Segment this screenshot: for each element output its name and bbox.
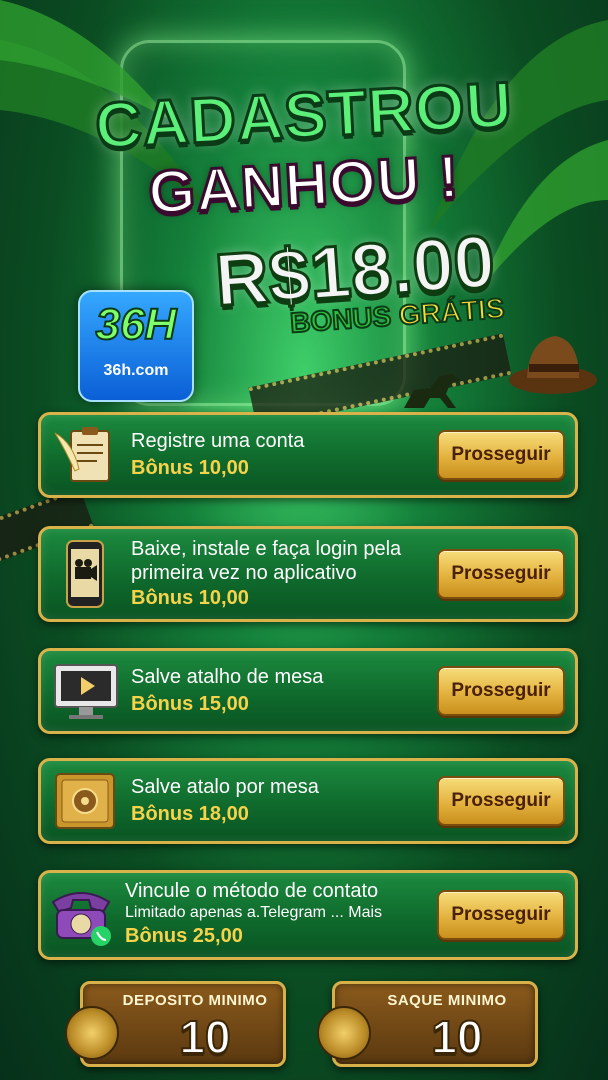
withdraw-minimum-value: 10 xyxy=(430,1010,483,1064)
monitor-film-icon xyxy=(51,657,119,725)
prosseguir-button-register[interactable]: Prosseguir xyxy=(437,430,565,480)
task-bonus: Bônus 10,00 xyxy=(131,587,249,609)
brand-logo: 36H 36h.com xyxy=(78,290,194,402)
deposit-minimum-value: 10 xyxy=(178,1010,231,1064)
telephone-icon xyxy=(45,881,113,949)
task-title: Baixe, instale e faça login pela primeir… xyxy=(131,538,402,584)
task-card-register: Registre uma conta Bônus 10,00 Prossegui… xyxy=(38,412,578,498)
withdraw-minimum-label: SAQUE MINIMO xyxy=(387,992,507,1009)
task-card-save-shortcut: Salve atalo por mesa Bônus 18,00 Prosseg… xyxy=(38,758,578,844)
task-title: Vincule o método de contato xyxy=(125,880,379,902)
prosseguir-button-save-shortcut[interactable]: Prosseguir xyxy=(437,776,565,826)
task-title: Registre uma conta xyxy=(131,430,305,452)
task-bonus: Bônus 18,00 xyxy=(131,803,249,825)
safe-icon xyxy=(51,767,119,835)
task-card-install-app: Baixe, instale e faça login pela primeir… xyxy=(38,526,578,622)
film-reel-icon xyxy=(317,1006,371,1060)
task-card-contact-method: Vincule o método de contato Limitado ape… xyxy=(38,870,578,960)
deposit-minimum-label: DEPOSITO MINIMO xyxy=(122,992,268,1009)
clipboard-quill-icon xyxy=(51,421,119,489)
task-title: Salve atalho de mesa xyxy=(131,666,324,688)
deposit-minimum-plaque: DEPOSITO MINIMO 10 xyxy=(65,981,286,1067)
logo-mark: 36H xyxy=(95,299,178,350)
dinosaur-icon xyxy=(404,374,460,408)
withdraw-minimum-plaque: SAQUE MINIMO 10 xyxy=(317,981,538,1067)
task-bonus: Bônus 25,00 xyxy=(125,925,243,947)
task-subtitle: Limitado apenas a.Telegram ... Mais xyxy=(125,904,383,921)
task-title: Salve atalo por mesa xyxy=(131,776,319,798)
prosseguir-button-contact-method[interactable]: Prosseguir xyxy=(437,890,565,940)
bonus-word: BONUS xyxy=(288,299,393,339)
task-card-desktop-shortcut: Salve atalho de mesa Bônus 15,00 Prosseg… xyxy=(38,648,578,734)
task-bonus: Bônus 15,00 xyxy=(131,693,249,715)
prosseguir-button-install-app[interactable]: Prosseguir xyxy=(437,549,565,599)
task-bonus: Bônus 10,00 xyxy=(131,457,249,479)
gratis-word: GRÁTIS xyxy=(397,292,507,332)
phone-camera-icon xyxy=(51,540,119,608)
logo-url: 36h.com xyxy=(103,362,169,379)
prosseguir-button-desktop-shortcut[interactable]: Prosseguir xyxy=(437,666,565,716)
film-reel-icon xyxy=(65,1006,119,1060)
hat-icon xyxy=(509,336,597,394)
